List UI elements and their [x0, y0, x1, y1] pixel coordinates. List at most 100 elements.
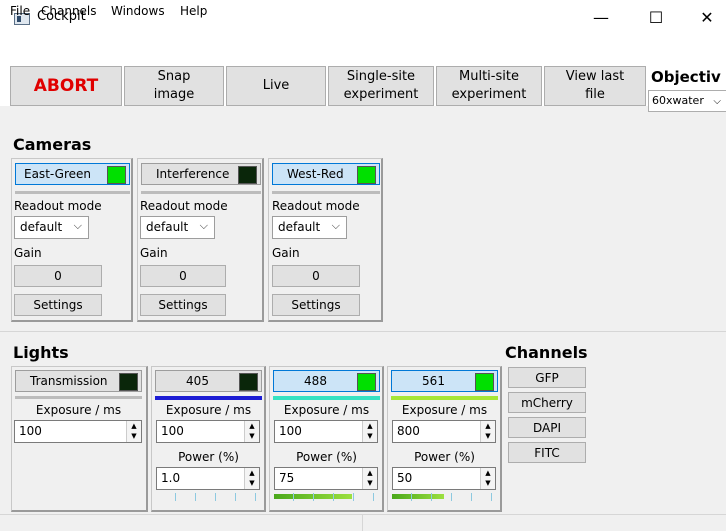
power-value: 50: [397, 471, 413, 485]
channel-button-dapi[interactable]: DAPI: [508, 417, 586, 438]
exposure-input[interactable]: 100 ▲ ▼: [14, 420, 142, 443]
wavelength-color-bar: [273, 396, 380, 400]
live-button[interactable]: Live: [226, 66, 326, 106]
exposure-value: 100: [19, 424, 42, 438]
exposure-label: Exposure / ms: [401, 403, 488, 417]
menu-bar: [0, 38, 726, 60]
cameras-title: Cameras: [13, 135, 92, 154]
light-toggle-561[interactable]: 561: [391, 370, 498, 392]
channel-button-mcherry[interactable]: mCherry: [508, 392, 586, 413]
chevron-down-icon: ⌵: [199, 219, 208, 232]
menu-windows[interactable]: Windows: [111, 4, 165, 18]
camera-toggle-east-green[interactable]: East-Green: [15, 163, 130, 185]
light-indicator: [119, 373, 138, 391]
meter-ticks: [274, 493, 378, 501]
light-indicator: [357, 373, 376, 391]
light-name: 405: [186, 374, 209, 388]
camera-settings-button[interactable]: Settings: [140, 294, 226, 316]
exposure-value: 100: [161, 424, 184, 438]
exposure-label: Exposure / ms: [35, 403, 122, 417]
readout-mode-select[interactable]: default ⌵: [272, 216, 347, 239]
spin-arrows-icon[interactable]: ▲ ▼: [362, 468, 377, 489]
channel-button-fitc[interactable]: FITC: [508, 442, 586, 463]
camera-settings-button[interactable]: Settings: [272, 294, 360, 316]
power-label: Power (%): [414, 450, 475, 464]
chevron-down-icon: ⌵: [331, 219, 340, 232]
objective-select[interactable]: 60xwater ⌵: [648, 90, 726, 112]
light-name: Transmission: [30, 374, 108, 388]
spin-arrows-icon[interactable]: ▲ ▼: [362, 421, 377, 442]
camera-toggle-west-red[interactable]: West-Red: [272, 163, 380, 185]
gain-label: Gain: [140, 246, 168, 260]
divider: [141, 191, 261, 194]
close-button[interactable]: ✕: [692, 8, 722, 27]
readout-mode-select[interactable]: default ⌵: [14, 216, 89, 239]
power-input[interactable]: 50 ▲ ▼: [392, 467, 496, 490]
light-name: 561: [422, 374, 445, 388]
chevron-down-icon: ⌵: [713, 96, 721, 107]
spin-arrows-icon[interactable]: ▲ ▼: [126, 421, 141, 442]
light-toggle-488[interactable]: 488: [273, 370, 380, 392]
power-input[interactable]: 1.0 ▲ ▼: [156, 467, 260, 490]
wavelength-color-bar: [391, 396, 498, 400]
gain-label: Gain: [272, 246, 300, 260]
spin-arrows-icon[interactable]: ▲ ▼: [480, 421, 495, 442]
status-split: [362, 514, 363, 531]
power-value: 1.0: [161, 471, 181, 485]
wavelength-color-bar: [155, 396, 262, 400]
channel-button-gfp[interactable]: GFP: [508, 367, 586, 388]
exposure-input[interactable]: 100 ▲ ▼: [156, 420, 260, 443]
readout-mode-value: default: [146, 220, 189, 234]
light-toggle-405[interactable]: 405: [155, 370, 262, 392]
section-divider: [0, 331, 726, 332]
meter-ticks: [156, 493, 260, 501]
menu-help[interactable]: Help: [180, 4, 207, 18]
objective-value: 60xwater: [652, 94, 704, 107]
spin-arrows-icon[interactable]: ▲ ▼: [244, 468, 259, 489]
readout-mode-value: default: [278, 220, 321, 234]
power-label: Power (%): [296, 450, 357, 464]
readout-mode-label: Readout mode: [14, 199, 102, 213]
power-level-meter: [392, 493, 496, 501]
snap-image-button[interactable]: Snap image: [124, 66, 224, 106]
camera-toggle-interference[interactable]: Interference: [141, 163, 261, 185]
channels-title: Channels: [505, 343, 588, 362]
exposure-input[interactable]: 100 ▲ ▼: [274, 420, 378, 443]
chevron-down-icon: ⌵: [73, 219, 82, 232]
readout-mode-value: default: [20, 220, 63, 234]
single-site-experiment-button[interactable]: Single-site experiment: [328, 66, 434, 106]
exposure-input[interactable]: 800 ▲ ▼: [392, 420, 496, 443]
light-indicator: [239, 373, 258, 391]
light-indicator: [475, 373, 494, 391]
multi-site-experiment-button[interactable]: Multi-site experiment: [436, 66, 542, 106]
camera-settings-button[interactable]: Settings: [14, 294, 102, 316]
light-name: 488: [304, 374, 327, 388]
power-level-meter: [156, 493, 260, 501]
exposure-value: 100: [279, 424, 302, 438]
divider: [272, 191, 380, 194]
camera-name: East-Green: [24, 167, 92, 181]
view-last-file-button[interactable]: View last file: [544, 66, 646, 106]
readout-mode-label: Readout mode: [140, 199, 228, 213]
exposure-label: Exposure / ms: [283, 403, 370, 417]
gain-value[interactable]: 0: [14, 265, 102, 287]
divider: [15, 191, 130, 194]
exposure-value: 800: [397, 424, 420, 438]
maximize-button[interactable]: ☐: [641, 8, 671, 27]
power-input[interactable]: 75 ▲ ▼: [274, 467, 378, 490]
spin-arrows-icon[interactable]: ▲ ▼: [480, 468, 495, 489]
exposure-label: Exposure / ms: [165, 403, 252, 417]
camera-indicator: [238, 166, 257, 184]
gain-value[interactable]: 0: [272, 265, 360, 287]
spin-arrows-icon[interactable]: ▲ ▼: [244, 421, 259, 442]
light-toggle-transmission[interactable]: Transmission: [15, 370, 142, 392]
menu-channels[interactable]: Channels: [41, 4, 97, 18]
power-level-meter: [274, 493, 378, 501]
abort-button[interactable]: ABORT: [10, 66, 122, 106]
gain-value[interactable]: 0: [140, 265, 226, 287]
minimize-button[interactable]: —: [586, 8, 616, 27]
menu-file[interactable]: File: [10, 4, 30, 18]
divider: [15, 396, 142, 399]
camera-name: Interference: [156, 167, 230, 181]
readout-mode-select[interactable]: default ⌵: [140, 216, 215, 239]
